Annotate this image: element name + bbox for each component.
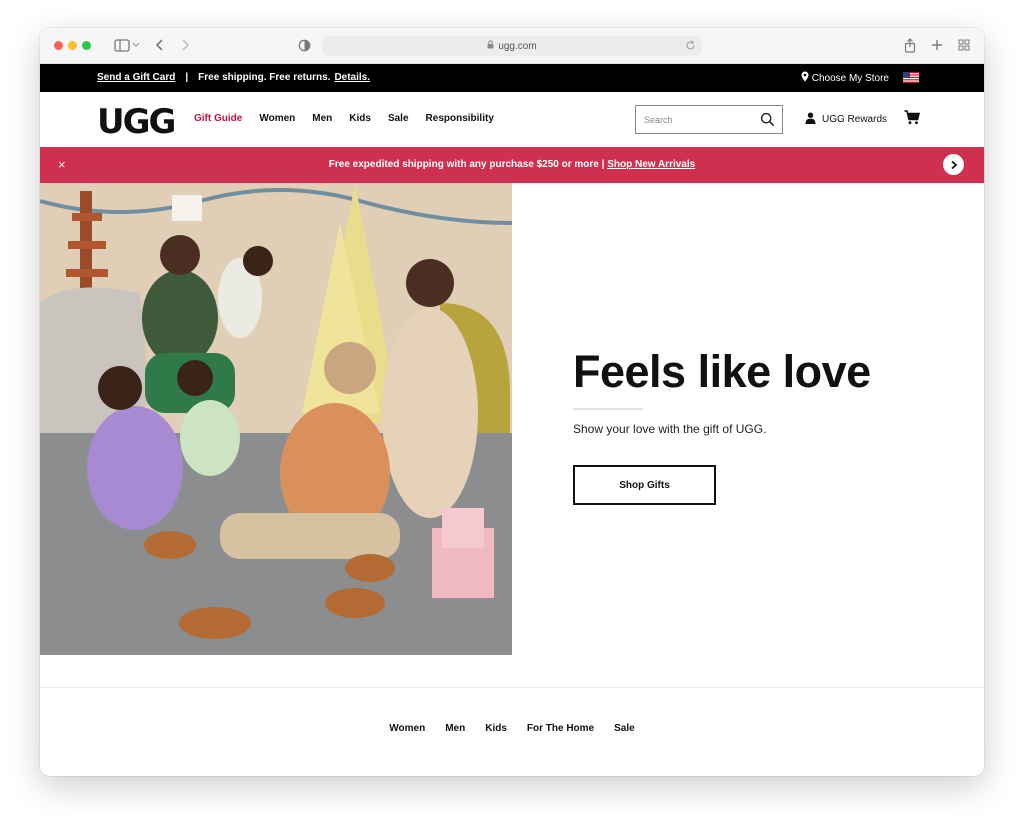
category-nav: Women Men Kids For The Home Sale bbox=[40, 723, 984, 734]
promo-separator: | bbox=[185, 72, 189, 83]
tab-overview-icon[interactable] bbox=[956, 36, 972, 54]
us-flag-icon[interactable] bbox=[903, 72, 919, 83]
lock-icon bbox=[487, 40, 494, 52]
choose-store-link[interactable]: Choose My Store bbox=[801, 71, 889, 85]
nav-men[interactable]: Men bbox=[312, 113, 332, 124]
search-icon[interactable] bbox=[760, 112, 775, 129]
back-icon[interactable] bbox=[152, 36, 168, 54]
forward-icon[interactable] bbox=[177, 36, 193, 54]
browser-toolbar: ugg.com bbox=[40, 28, 984, 64]
gift-card-link[interactable]: Send a Gift Card bbox=[97, 72, 175, 83]
rewards-link[interactable]: UGG Rewards bbox=[805, 112, 887, 127]
search-placeholder: Search bbox=[644, 114, 673, 125]
details-link[interactable]: Details. bbox=[334, 72, 370, 83]
hero-copy: Feels like love Show your love with the … bbox=[573, 346, 953, 436]
nav-sale[interactable]: Sale bbox=[388, 113, 409, 124]
address-bar[interactable]: ugg.com bbox=[322, 36, 702, 56]
main-nav: Gift Guide Women Men Kids Sale Responsib… bbox=[194, 113, 511, 124]
privacy-shield-icon[interactable] bbox=[296, 36, 312, 54]
nav-responsibility[interactable]: Responsibility bbox=[426, 113, 494, 124]
section-divider bbox=[40, 687, 984, 688]
user-icon bbox=[805, 112, 816, 127]
zoom-window-button[interactable] bbox=[82, 41, 91, 50]
next-arrow-icon[interactable] bbox=[943, 154, 964, 175]
hero-headline: Feels like love bbox=[573, 346, 871, 397]
category-men[interactable]: Men bbox=[445, 723, 465, 734]
url-text: ugg.com bbox=[498, 40, 537, 52]
rewards-label: UGG Rewards bbox=[822, 114, 888, 125]
location-pin-icon bbox=[801, 71, 809, 85]
ugg-logo[interactable]: UGG bbox=[97, 104, 176, 140]
nav-gift-guide[interactable]: Gift Guide bbox=[194, 113, 242, 124]
hero-image bbox=[40, 183, 512, 655]
site-header: UGG Gift Guide Women Men Kids Sale Respo… bbox=[40, 92, 984, 147]
browser-window: ugg.com Send a Gift Card | Free shipping… bbox=[40, 28, 984, 776]
search-input[interactable]: Search bbox=[635, 105, 783, 134]
nav-women[interactable]: Women bbox=[259, 113, 295, 124]
category-sale[interactable]: Sale bbox=[614, 723, 635, 734]
hero-subtext: Show your love with the gift of UGG. bbox=[573, 422, 767, 436]
shop-new-arrivals-link[interactable]: Shop New Arrivals bbox=[607, 159, 695, 170]
share-icon[interactable] bbox=[902, 36, 918, 54]
nav-kids[interactable]: Kids bbox=[349, 113, 371, 124]
promo-bar: Send a Gift Card | Free shipping. Free r… bbox=[40, 64, 984, 92]
reload-icon[interactable] bbox=[685, 40, 696, 54]
new-tab-icon[interactable] bbox=[929, 36, 945, 54]
cart-icon[interactable] bbox=[904, 110, 921, 130]
category-women[interactable]: Women bbox=[389, 723, 425, 734]
minimize-window-button[interactable] bbox=[68, 41, 77, 50]
category-for-the-home[interactable]: For The Home bbox=[527, 723, 594, 734]
chevron-down-icon[interactable] bbox=[131, 36, 141, 54]
shipping-banner-text: Free expedited shipping with any purchas… bbox=[328, 159, 608, 170]
choose-store-label: Choose My Store bbox=[811, 72, 889, 84]
free-shipping-text: Free shipping. Free returns. bbox=[198, 72, 331, 83]
shipping-banner: × Free expedited shipping with any purch… bbox=[40, 147, 984, 183]
headline-divider bbox=[573, 408, 643, 410]
shop-gifts-button[interactable]: Shop Gifts bbox=[573, 465, 716, 505]
category-kids[interactable]: Kids bbox=[485, 723, 507, 734]
close-window-button[interactable] bbox=[54, 41, 63, 50]
